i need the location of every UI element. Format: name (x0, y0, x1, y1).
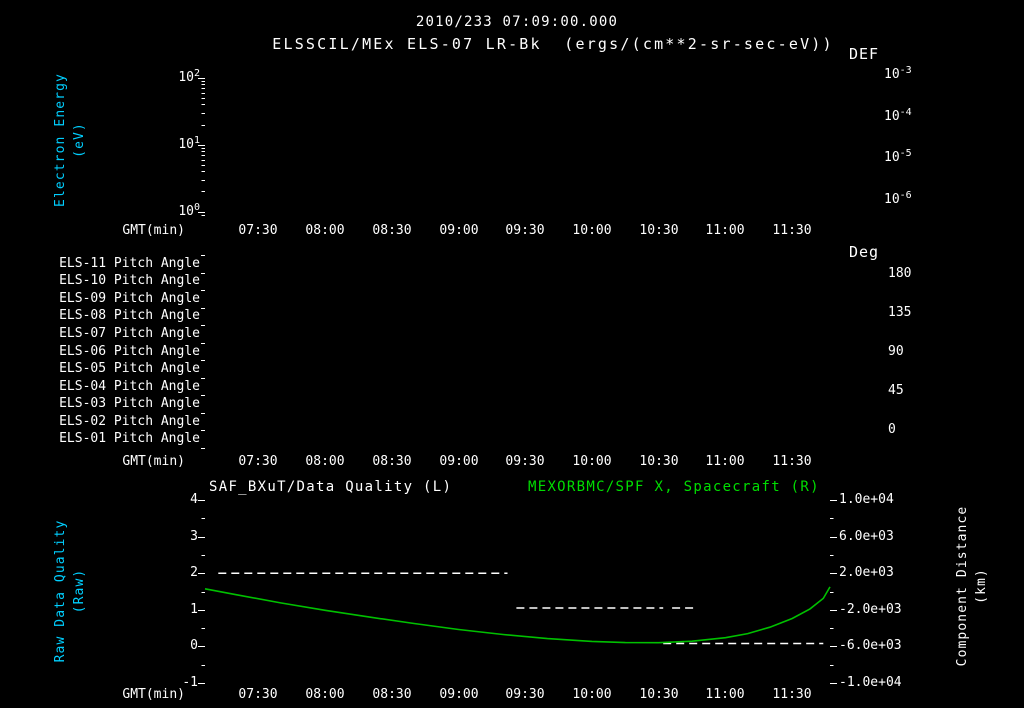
x-tick-label: 09:00 (439, 454, 479, 469)
pitch-angle-heatmap (205, 255, 830, 448)
x-tick-label: 09:30 (505, 223, 545, 238)
x-tick-label: 08:30 (372, 223, 412, 238)
def-tick-label: 10-6 (884, 190, 912, 207)
els-spectrogram-plot: 2010/233 07:09:00.000 ELSSCIL/MEx ELS-07… (0, 0, 1024, 708)
raw-data-quality-axis-label-line1: Raw Data Quality (53, 519, 68, 663)
plot-subtitle: ELSSCIL/MEx ELS-07 LR-Bk (ergs/(cm**2-sr… (272, 35, 834, 53)
x-tick-label: 10:30 (639, 454, 679, 469)
def-tick-label: 10-4 (884, 107, 912, 124)
pitch-row-label: ELS-08 Pitch Angle (59, 308, 200, 323)
deg-tick-label: 90 (888, 344, 904, 359)
deg-tick-label: 135 (888, 305, 912, 320)
x-tick-label: 08:30 (372, 687, 412, 702)
electron-energy-axis-label-line2: (eV) (72, 122, 87, 158)
x-tick-label: 07:30 (238, 454, 278, 469)
distance-tick-label: -2.0e+03 (839, 602, 902, 617)
x-tick-label: 10:00 (572, 687, 612, 702)
quality-tick-label: 3 (190, 529, 198, 544)
x-tick-label: 08:00 (305, 454, 345, 469)
x-tick-label: 09:30 (505, 454, 545, 469)
x-tick-label: 09:00 (439, 223, 479, 238)
raw-data-quality-axis-label: Raw Data Quality (Raw) (51, 520, 89, 663)
gmt-label-spectrogram: GMT(min) (122, 223, 185, 238)
distance-tick-label: -1.0e+04 (839, 675, 902, 690)
x-tick-label: 07:30 (238, 687, 278, 702)
component-distance-axis-label: Component Distance (km) (953, 506, 991, 667)
x-tick-label: 09:30 (505, 687, 545, 702)
pitch-row-label: ELS-11 Pitch Angle (59, 256, 200, 271)
x-tick-label: 10:30 (639, 223, 679, 238)
pitch-row-label: ELS-06 Pitch Angle (59, 344, 200, 359)
raw-data-quality-axis-label-line2: (Raw) (72, 568, 87, 614)
deg-tick-label: 180 (888, 266, 912, 281)
spacecraft-x-distance-curve (204, 586, 831, 644)
quality-tick-label: 2 (190, 565, 198, 580)
energy-tick-label: 100 (178, 202, 200, 219)
pitch-row-label: ELS-03 Pitch Angle (59, 396, 200, 411)
quality-tick-label: 1 (190, 602, 198, 617)
x-tick-label: 07:30 (238, 223, 278, 238)
x-tick-label: 11:30 (772, 687, 812, 702)
energy-tick-label: 102 (178, 68, 200, 85)
distance-tick-label: 1.0e+04 (839, 492, 894, 507)
gmt-label-pitch: GMT(min) (122, 454, 185, 469)
x-tick-label: 10:00 (572, 223, 612, 238)
pitch-row-label: ELS-04 Pitch Angle (59, 379, 200, 394)
quality-series-title: SAF_BXuT/Data Quality (L) (209, 479, 453, 495)
page-title: 2010/233 07:09:00.000 (415, 14, 619, 30)
pitch-row-label: ELS-02 Pitch Angle (59, 414, 200, 429)
deg-tick-label: 0 (888, 422, 896, 437)
quality-tick-label: -1 (182, 675, 198, 690)
quality-tick-label: 0 (190, 638, 198, 653)
x-tick-label: 08:00 (305, 223, 345, 238)
x-tick-label: 11:00 (705, 687, 745, 702)
pitch-row-label: ELS-07 Pitch Angle (59, 326, 200, 341)
def-colorbar-title: DEF (849, 45, 880, 63)
def-tick-label: 10-3 (884, 65, 912, 82)
component-distance-axis-label-line1: Component Distance (955, 505, 970, 667)
deg-colorbar-title: Deg (849, 243, 880, 261)
distance-tick-label: 2.0e+03 (839, 565, 894, 580)
pitch-row-label: ELS-10 Pitch Angle (59, 273, 200, 288)
quality-tick-label: 4 (190, 492, 198, 507)
x-tick-label: 11:30 (772, 223, 812, 238)
def-tick-label: 10-5 (884, 148, 912, 165)
x-tick-label: 09:00 (439, 687, 479, 702)
x-tick-label: 10:00 (572, 454, 612, 469)
electron-energy-spectrogram-heatmap (205, 65, 830, 215)
distance-tick-label: 6.0e+03 (839, 529, 894, 544)
deg-colorbar (848, 266, 878, 438)
pitch-row-label: ELS-05 Pitch Angle (59, 361, 200, 376)
spacecraft-series-title: MEXORBMC/SPF X, Spacecraft (R) (528, 479, 820, 495)
electron-energy-axis-label: Electron Energy (eV) (51, 73, 89, 207)
x-tick-label: 10:30 (639, 687, 679, 702)
deg-tick-label: 45 (888, 383, 904, 398)
x-tick-label: 11:30 (772, 454, 812, 469)
electron-energy-axis-label-line1: Electron Energy (53, 73, 68, 207)
x-tick-label: 08:00 (305, 687, 345, 702)
def-colorbar (848, 68, 878, 205)
energy-tick-label: 101 (178, 135, 200, 152)
component-distance-axis-label-line2: (km) (974, 568, 989, 604)
x-tick-label: 11:00 (705, 454, 745, 469)
distance-tick-label: -6.0e+03 (839, 638, 902, 653)
pitch-row-label: ELS-09 Pitch Angle (59, 291, 200, 306)
x-tick-label: 08:30 (372, 454, 412, 469)
x-tick-label: 11:00 (705, 223, 745, 238)
pitch-row-label: ELS-01 Pitch Angle (59, 431, 200, 446)
